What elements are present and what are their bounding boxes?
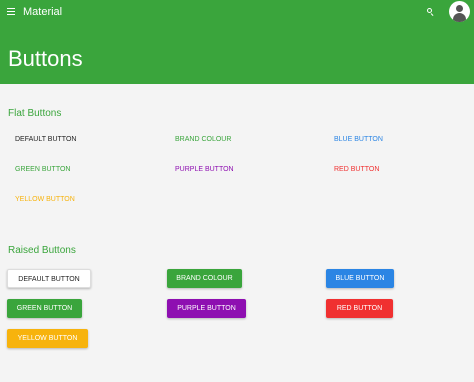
user-avatar-icon[interactable]	[449, 1, 470, 22]
app-header: Material Buttons	[0, 0, 474, 84]
raised-brand-colour-button[interactable]: BRAND COLOUR	[167, 269, 242, 288]
page-title: Buttons	[8, 46, 83, 71]
app-title: Material	[23, 6, 63, 18]
raised-green-button[interactable]: GREEN BUTTON	[7, 299, 82, 318]
raised-purple-button[interactable]: PURPLE BUTTON	[167, 299, 246, 318]
flat-purple-button[interactable]: PURPLE BUTTON	[167, 160, 242, 180]
flat-yellow-button[interactable]: YELLOW BUTTON	[7, 190, 83, 210]
flat-brand-colour-button[interactable]: BRAND COLOUR	[167, 130, 239, 150]
raised-default-button[interactable]: DEFAULT BUTTON	[7, 269, 91, 288]
top-app-bar: Material	[0, 0, 474, 24]
hamburger-menu-icon[interactable]	[7, 8, 15, 15]
raised-red-button[interactable]: RED BUTTON	[326, 299, 393, 318]
flat-default-button[interactable]: DEFAULT BUTTON	[7, 130, 84, 150]
raised-blue-button[interactable]: BLUE BUTTON	[326, 269, 394, 288]
flat-buttons-heading: Flat Buttons	[8, 108, 62, 119]
flat-blue-button[interactable]: BLUE BUTTON	[326, 130, 391, 150]
search-icon[interactable]	[427, 8, 434, 16]
raised-yellow-button[interactable]: YELLOW BUTTON	[7, 329, 88, 348]
flat-green-button[interactable]: GREEN BUTTON	[7, 160, 79, 180]
flat-red-button[interactable]: RED BUTTON	[326, 160, 387, 180]
raised-buttons-heading: Raised Buttons	[8, 245, 76, 256]
